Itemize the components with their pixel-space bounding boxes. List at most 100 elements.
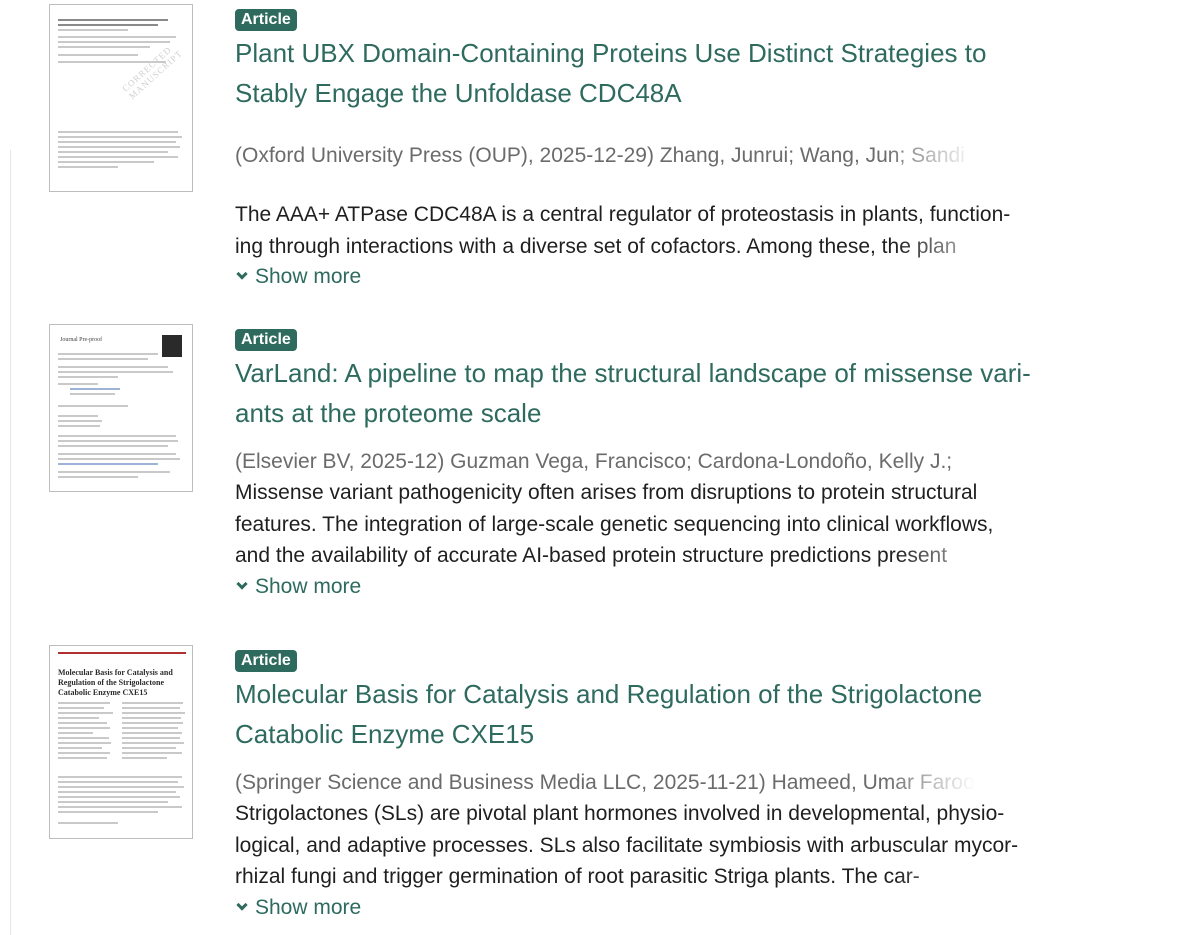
thumbnail-text-line [122, 712, 185, 714]
thumbnail-text-line [58, 445, 168, 447]
thumbnail-text-line [58, 791, 176, 793]
result-content: Article Molecular Basis for Catalysis an… [235, 645, 1035, 923]
thumbnail-text-line [58, 366, 168, 368]
show-more-label: Show more [255, 265, 362, 288]
result-metadata: (Springer Science and Business Media LLC… [235, 768, 975, 798]
thumbnail-text-line [58, 471, 170, 473]
thumbnail-text-line [58, 747, 102, 749]
thumbnail-text-line [58, 732, 93, 734]
thumbnail-text-line [58, 707, 105, 709]
result-content: Article Plant UBX Domain-Containing Prot… [235, 4, 1035, 292]
abstract-line: features. The integration of large-scale… [235, 512, 994, 536]
result-content: Article VarLand: A pipeline to map the s… [235, 324, 1035, 602]
thumbnail-text-line [58, 358, 148, 360]
result-abstract: The AAA+ ATPase CDC48A is a central regu… [235, 199, 1035, 262]
thumbnail-text-line [58, 786, 184, 788]
chevron-down-icon [236, 268, 248, 280]
title-line: Catabolic Enzyme CXE15 [235, 719, 535, 749]
result-thumbnail[interactable]: Journal Pre-proof [49, 324, 193, 492]
thumbnail-text-line [122, 742, 185, 744]
thumbnail-title: Molecular Basis for Catalysis and Regula… [58, 668, 173, 697]
thumbnail-text-line [58, 46, 150, 48]
result-thumbnail[interactable]: Molecular Basis for Catalysis and Regula… [49, 645, 193, 839]
thumbnail-text-line [122, 707, 180, 709]
result-title-link[interactable]: VarLand: A pipeline to map the structura… [235, 353, 1035, 433]
thumbnail-text-line [58, 425, 100, 427]
thumbnail-link-line [58, 463, 158, 465]
thumbnail-link-line [70, 388, 120, 390]
result-abstract: Missense variant pathogenicity often ari… [235, 477, 1035, 572]
abstract-line: and the availability of accurate AI-base… [235, 540, 1035, 572]
thumbnail-text-line [58, 781, 178, 783]
item-type-badge: Article [235, 9, 297, 31]
thumbnail-text-line [58, 36, 176, 38]
abstract-line: Missense variant pathogenicity often ari… [235, 481, 978, 504]
thumbnail-text-line [58, 737, 110, 739]
title-line: Molecular Basis for Catalysis and Regula… [235, 679, 983, 709]
title-line: Stably Engage the Unfoldase CDC48A [235, 78, 682, 108]
thumbnail-text-line [58, 458, 180, 460]
thumbnail-text-line [122, 732, 183, 734]
thumbnail-text-line [58, 131, 178, 133]
abstract-line: logical, and adaptive processes. SLs als… [235, 833, 1019, 857]
thumbnail-text-line [58, 435, 176, 437]
thumbnail-text-line [58, 722, 108, 724]
thumbnail-text-line [58, 757, 108, 759]
item-type-badge: Article [235, 650, 297, 672]
search-results-page: CORRECTED MANUSCRIPT Article Plant UBX D… [0, 0, 1200, 935]
thumbnail-text-line [58, 146, 180, 148]
thumbnail-text-line [58, 29, 128, 31]
thumbnail-text-line [58, 801, 168, 803]
thumbnail-text-line [58, 440, 178, 442]
thumbnail-text-line [122, 702, 183, 704]
abstract-line: The AAA+ ATPase CDC48A is a central regu… [235, 203, 1011, 226]
thumbnail-header: Journal Pre-proof [60, 337, 103, 343]
thumbnail-column [122, 702, 186, 762]
result-title-link[interactable]: Plant UBX Domain-Containing Proteins Use… [235, 33, 1035, 113]
thumbnail-text-line [58, 811, 158, 813]
abstract-line: rhizal fungi and trigger germination of … [235, 861, 1035, 893]
thumbnail-text-line [122, 727, 179, 729]
thumbnail-column [58, 702, 116, 762]
thumbnail-text-line [58, 727, 111, 729]
thumbnail-text-line [58, 353, 158, 355]
show-more-label: Show more [255, 895, 362, 919]
thumbnail-text-line [58, 806, 182, 808]
chevron-down-icon [236, 898, 248, 911]
result-title-link[interactable]: Molecular Basis for Catalysis and Regula… [235, 674, 1035, 754]
thumbnail-text-line [58, 371, 173, 373]
abstract-line: ing through interactions with a diverse … [235, 230, 1035, 263]
result-thumbnail[interactable]: CORRECTED MANUSCRIPT [49, 4, 193, 192]
item-type-badge: Article [235, 329, 297, 351]
thumbnail-text-line [58, 405, 128, 407]
thumbnail-text-line [58, 161, 154, 163]
thumbnail-text-line [70, 393, 115, 395]
title-line: ants at the proteome scale [235, 398, 542, 428]
thumbnail-text-line [58, 383, 98, 385]
show-more-button[interactable]: Show more [235, 893, 361, 923]
thumbnail-text-line [58, 156, 178, 158]
thumbnail-text-line [58, 19, 168, 21]
thumbnail-text-line [58, 453, 176, 455]
show-more-label: Show more [255, 574, 362, 598]
thumbnail-header-rule [58, 652, 186, 654]
thumbnail-text-line [122, 747, 177, 749]
thumbnail-text-line [58, 476, 138, 478]
sidebar-edge [0, 150, 11, 935]
thumbnail-text-line [58, 712, 114, 714]
thumbnail-text-line [58, 41, 170, 43]
thumbnail-text-line [122, 722, 184, 724]
thumbnail-text-line [58, 717, 99, 719]
thumbnail-text-line [58, 415, 98, 417]
title-line: Plant UBX Domain-Containing Proteins Use… [235, 38, 987, 68]
result-metadata: (Elsevier BV, 2025-12) Guzman Vega, Fran… [235, 450, 953, 473]
thumbnail-text-line [122, 752, 182, 754]
thumbnail-text-line [122, 757, 167, 759]
show-more-button[interactable]: Show more [235, 262, 361, 292]
title-line: VarLand: A pipeline to map the structura… [235, 358, 1031, 388]
thumbnail-text-line [122, 717, 181, 719]
thumbnail-text-line [58, 24, 158, 26]
thumbnail-text-line [58, 752, 111, 754]
show-more-button[interactable]: Show more [235, 572, 361, 602]
thumbnail-text-line [58, 151, 168, 153]
